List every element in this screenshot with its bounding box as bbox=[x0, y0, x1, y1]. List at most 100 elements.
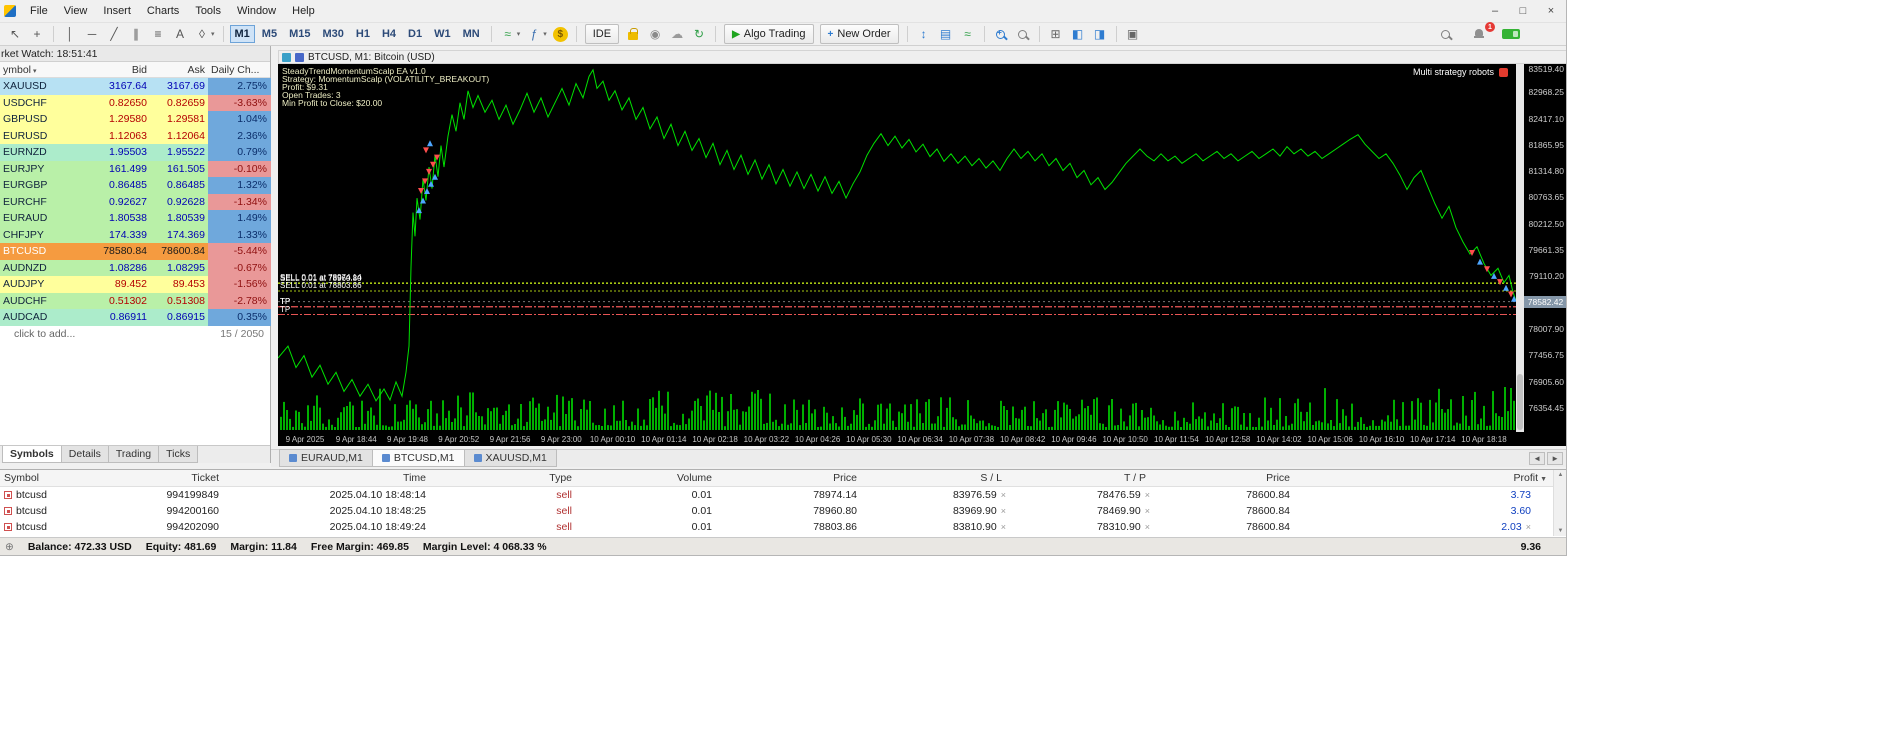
timeframe-h4[interactable]: H4 bbox=[377, 25, 401, 43]
cursor-icon[interactable]: ↖ bbox=[5, 24, 25, 44]
market-watch-row-chfjpy[interactable]: CHFJPY 174.339 174.369 1.33% bbox=[0, 226, 271, 243]
tab-scroll-left-icon[interactable]: ◄ bbox=[1529, 452, 1546, 465]
column-header-volume[interactable]: Volume bbox=[578, 472, 718, 484]
timeframe-w1[interactable]: W1 bbox=[429, 25, 456, 43]
tile-windows-icon[interactable]: ⊞ bbox=[1046, 24, 1066, 44]
notifications-icon[interactable]: 1 bbox=[1469, 22, 1495, 44]
timeframe-m15[interactable]: M15 bbox=[284, 25, 315, 43]
time-scale[interactable]: 9 Apr 2025 9 Apr 18:44 9 Apr 19:48 9 Apr 20… bbox=[278, 432, 1566, 446]
chart-vertical-scrollbar[interactable] bbox=[1516, 64, 1524, 432]
timeframe-mn[interactable]: MN bbox=[458, 25, 485, 43]
vertical-line-icon[interactable]: │ bbox=[60, 24, 80, 44]
channel-icon[interactable]: ∥ bbox=[126, 24, 146, 44]
menu-file[interactable]: File bbox=[22, 2, 56, 20]
horizontal-line-icon[interactable]: ─ bbox=[82, 24, 102, 44]
column-header-sl[interactable]: S / L bbox=[863, 472, 1008, 484]
close-position-icon[interactable]: × bbox=[1526, 522, 1531, 532]
market-depth-icon[interactable]: ▤ bbox=[936, 24, 956, 44]
dock-panel-left-icon[interactable]: ◧ bbox=[1068, 24, 1088, 44]
trendline-icon[interactable]: ╱ bbox=[104, 24, 124, 44]
chart-canvas[interactable] bbox=[278, 64, 1516, 432]
market-watch-row-eurnzd[interactable]: EURNZD 1.95503 1.95522 0.79% bbox=[0, 144, 271, 161]
market-watch-row-euraud[interactable]: EURAUD 1.80538 1.80539 1.49% bbox=[0, 210, 271, 227]
price-scale[interactable]: 83519.40 82968.25 82417.10 81865.95 81314.80… bbox=[1524, 64, 1566, 432]
market-watch-row-audnzd[interactable]: AUDNZD 1.08286 1.08295 -0.67% bbox=[0, 259, 271, 276]
shapes-icon[interactable]: ◊ bbox=[192, 24, 212, 44]
chart-plot[interactable]: SteadyTrendMomentumScalp EA v1.0 Strategy… bbox=[278, 64, 1516, 432]
position-row[interactable]: btcusd 994199849 2025.04.10 18:48:14 sell 0.… bbox=[0, 487, 1553, 503]
timeframe-m5[interactable]: M5 bbox=[257, 25, 282, 43]
market-watch-row-eurjpy[interactable]: EURJPY 161.499 161.505 -0.10% bbox=[0, 160, 271, 177]
market-watch-row-gbpusd[interactable]: GBPUSD 1.29580 1.29581 1.04% bbox=[0, 111, 271, 128]
ide-button[interactable]: IDE bbox=[584, 24, 620, 44]
menu-tools[interactable]: Tools bbox=[187, 2, 229, 20]
dock-panel-right-icon[interactable]: ◨ bbox=[1090, 24, 1110, 44]
minimize-icon[interactable]: – bbox=[1482, 2, 1508, 20]
menu-insert[interactable]: Insert bbox=[95, 2, 139, 20]
tab-ticks[interactable]: Ticks bbox=[158, 446, 199, 463]
chart-type-icon[interactable]: ≈ bbox=[498, 24, 518, 44]
tick-chart-icon[interactable]: ≈ bbox=[958, 24, 978, 44]
profit-filter-icon[interactable]: ▼ bbox=[1540, 476, 1547, 483]
remove-tp-icon[interactable]: × bbox=[1145, 522, 1150, 532]
remove-sl-icon[interactable]: × bbox=[1001, 506, 1006, 516]
market-watch-row-audcad[interactable]: AUDCAD 0.86911 0.86915 0.35% bbox=[0, 309, 271, 326]
chart-tab-euraud-m1[interactable]: EURAUD,M1 bbox=[279, 449, 373, 467]
remove-sl-icon[interactable]: × bbox=[1001, 490, 1006, 500]
algo-trading-button[interactable]: ▶ Algo Trading bbox=[724, 24, 814, 44]
zoom-out-icon[interactable] bbox=[1013, 24, 1033, 44]
column-header-price[interactable]: Price bbox=[718, 472, 863, 484]
fibonacci-icon[interactable]: ≡ bbox=[148, 24, 168, 44]
market-watch-row-audchf[interactable]: AUDCHF 0.51302 0.51308 -2.78% bbox=[0, 292, 271, 309]
column-header-type[interactable]: Type bbox=[432, 472, 578, 484]
dollar-icon[interactable]: $ bbox=[552, 26, 568, 42]
remove-tp-icon[interactable]: × bbox=[1145, 490, 1150, 500]
column-header-daily-change[interactable]: Daily Ch... bbox=[208, 64, 271, 76]
column-header-time[interactable]: Time bbox=[225, 472, 432, 484]
position-row[interactable]: btcusd 994202090 2025.04.10 18:49:24 sell 0.… bbox=[0, 519, 1553, 535]
zoom-in-icon[interactable] bbox=[991, 24, 1011, 44]
remove-tp-icon[interactable]: × bbox=[1145, 506, 1150, 516]
search-icon[interactable] bbox=[1435, 24, 1455, 44]
crosshair-icon[interactable]: + bbox=[27, 24, 47, 44]
market-watch-row-btcusd[interactable]: BTCUSD 78580.84 78600.84 -5.44% bbox=[0, 243, 271, 260]
signal-icon[interactable]: ◉ bbox=[645, 24, 665, 44]
text-label-icon[interactable]: A bbox=[170, 24, 190, 44]
column-header-tp[interactable]: T / P bbox=[1008, 472, 1152, 484]
column-header-price[interactable]: Price bbox=[1152, 472, 1296, 484]
market-watch-row-eurchf[interactable]: EURCHF 0.92627 0.92628 -1.34% bbox=[0, 193, 271, 210]
market-watch-row-audjpy[interactable]: AUDJPY 89.452 89.453 -1.56% bbox=[0, 276, 271, 293]
maximize-icon[interactable]: □ bbox=[1510, 2, 1536, 20]
close-icon[interactable]: × bbox=[1538, 2, 1564, 20]
scroll-up-icon[interactable]: ▲ bbox=[1558, 472, 1564, 478]
add-symbol-label[interactable]: click to add... bbox=[14, 328, 75, 340]
column-header-ask[interactable]: Ask bbox=[150, 64, 208, 76]
indicators-icon[interactable]: ƒ bbox=[524, 24, 544, 44]
menu-charts[interactable]: Charts bbox=[139, 2, 187, 20]
toolbox-scrollbar[interactable]: ▲ ▼ bbox=[1553, 470, 1566, 536]
scroll-down-icon[interactable]: ▼ bbox=[1558, 528, 1564, 534]
market-watch-row-usdchf[interactable]: USDCHF 0.82650 0.82659 -3.63% bbox=[0, 94, 271, 111]
timeframe-m1[interactable]: M1 bbox=[229, 25, 255, 43]
tab-scroll-right-icon[interactable]: ► bbox=[1547, 452, 1563, 465]
market-watch-row-xauusd[interactable]: XAUUSD 3167.64 3167.69 2.75% bbox=[0, 78, 271, 95]
expand-summary-icon[interactable]: ⊕ bbox=[5, 541, 14, 553]
sort-by-time-icon[interactable]: ↕ bbox=[914, 24, 934, 44]
column-header-symbol[interactable]: Symbol bbox=[0, 472, 90, 484]
timeframe-d1[interactable]: D1 bbox=[403, 25, 427, 43]
screenshot-icon[interactable]: ▣ bbox=[1123, 24, 1143, 44]
menu-view[interactable]: View bbox=[56, 2, 96, 20]
tab-trading[interactable]: Trading bbox=[107, 446, 160, 463]
menu-help[interactable]: Help bbox=[284, 2, 323, 20]
market-watch-row-eurusd[interactable]: EURUSD 1.12063 1.12064 2.36% bbox=[0, 127, 271, 144]
tab-symbols[interactable]: Symbols bbox=[2, 446, 62, 463]
column-header-symbol[interactable]: ymbol ▾ bbox=[0, 64, 72, 76]
new-order-button[interactable]: + New Order bbox=[819, 24, 899, 44]
tab-details[interactable]: Details bbox=[60, 446, 109, 463]
market-watch-add-row[interactable]: click to add... 15 / 2050 bbox=[0, 326, 270, 342]
column-header-ticket[interactable]: Ticket bbox=[90, 472, 225, 484]
chart-tab-xauusd-m1[interactable]: XAUUSD,M1 bbox=[463, 449, 557, 467]
cloud-icon[interactable]: ☁ bbox=[667, 24, 687, 44]
timeframe-m30[interactable]: M30 bbox=[317, 25, 348, 43]
position-row[interactable]: btcusd 994200160 2025.04.10 18:48:25 sell 0.… bbox=[0, 503, 1553, 519]
